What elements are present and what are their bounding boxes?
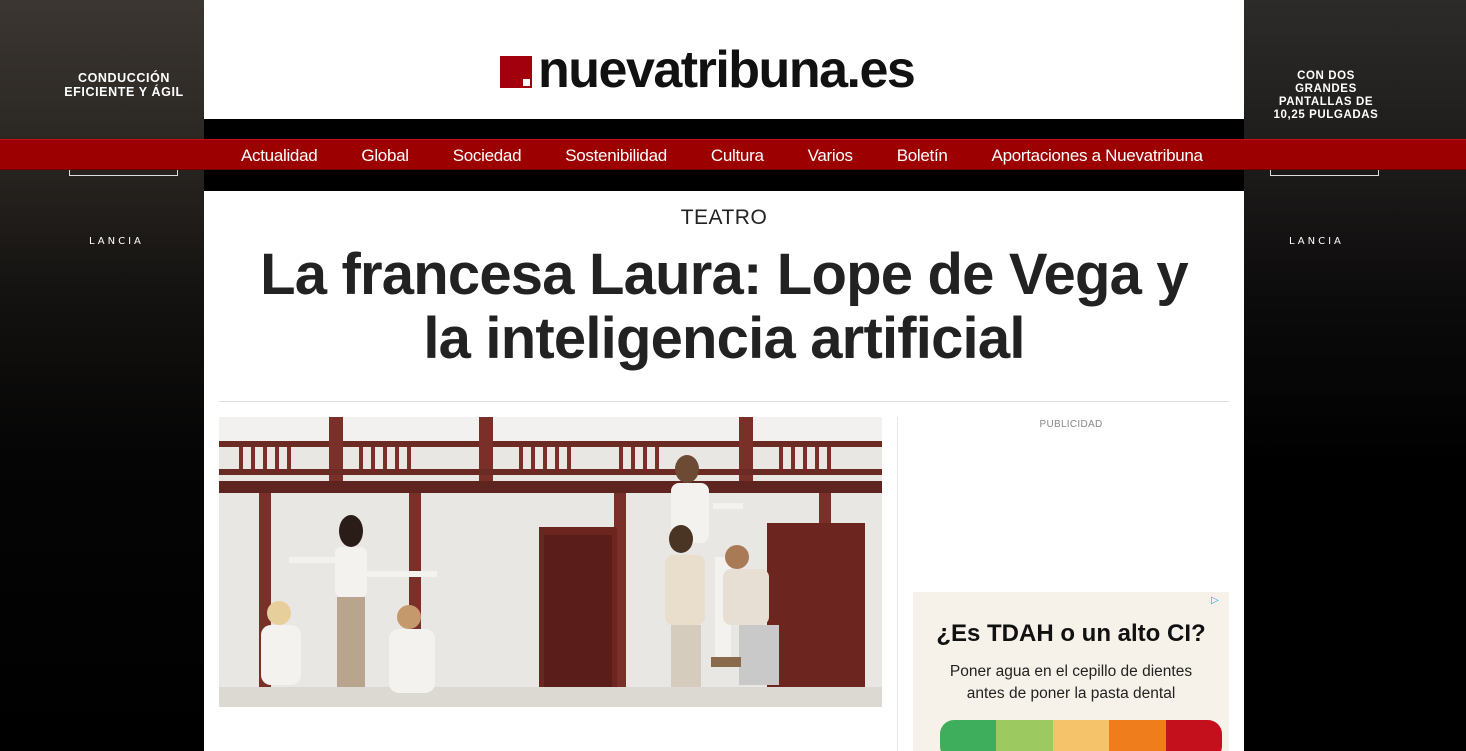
ad-label: PUBLICIDAD [1039,419,1103,430]
right-skin-ad[interactable]: CON DOS GRANDES PANTALLAS DE 10,25 PULGA… [1244,0,1466,751]
nav-item-cultura[interactable]: Cultura [689,146,786,166]
article-headline: La francesa Laura: Lope de Vega y la int… [260,242,1189,371]
nav-item-aportaciones[interactable]: Aportaciones a Nuevatribuna [970,146,1225,166]
ad-bar-yellow [1052,720,1110,751]
sidebar-ad-title: ¿Es TDAH o un alto CI? [936,620,1206,647]
right-skin-brand: LANCIA [1289,236,1344,247]
left-skin-brand: LANCIA [89,236,144,247]
ad-choices-icon[interactable]: ▷ [1211,596,1221,606]
site-header: nuevatribuna.es [204,0,1244,119]
headline-divider [219,401,1229,402]
nav-item-actualidad[interactable]: Actualidad [219,146,339,166]
nav-item-global[interactable]: Global [339,146,430,166]
nav-item-varios[interactable]: Varios [786,146,875,166]
nav-item-boletin[interactable]: Boletín [875,146,970,166]
left-skin-ad[interactable]: CONDUCCIÓN EFICIENTE Y ÁGIL LANCIA [0,0,204,751]
main-nav: Actualidad Global Sociedad Sostenibilida… [0,139,1466,170]
site-logo[interactable]: nuevatribuna.es [500,41,916,99]
column-divider [897,417,898,751]
logo-mark-icon [500,56,532,88]
nav-item-sociedad[interactable]: Sociedad [431,146,544,166]
sidebar-ad[interactable]: ▷ ¿Es TDAH o un alto CI? Poner agua en e… [913,592,1229,751]
left-skin-headline: CONDUCCIÓN EFICIENTE Y ÁGIL [64,71,184,99]
ad-bar-red [1165,720,1222,751]
article-container: TEATRO La francesa Laura: Lope de Vega y… [204,191,1244,751]
ad-bar-green [940,720,997,751]
article-photo[interactable] [219,417,882,707]
ad-bar-orange [1109,720,1166,751]
nav-item-sostenibilidad[interactable]: Sostenibilidad [543,146,689,166]
right-skin-headline: CON DOS GRANDES PANTALLAS DE 10,25 PULGA… [1273,70,1379,121]
sidebar-ad-color-bars [940,720,1222,751]
article-section[interactable]: TEATRO [204,206,1244,230]
ad-bar-lightgreen [996,720,1053,751]
logo-text: nuevatribuna.es [538,41,916,99]
sidebar-ad-body: Poner agua en el cepillo de dientes ante… [949,663,1193,702]
